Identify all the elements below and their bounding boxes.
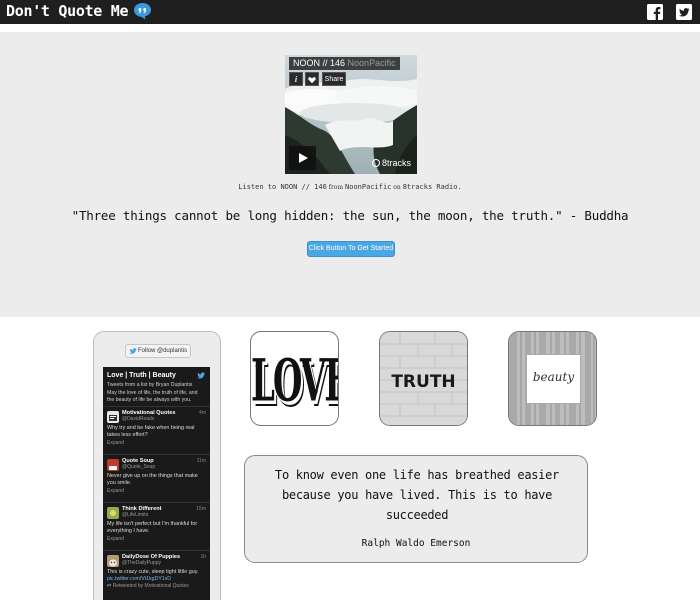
tweet-text: Never give up on the things that make yo… xyxy=(107,473,198,486)
tweet-expand-link[interactable]: Expand xyxy=(107,440,206,446)
listen-station-link[interactable]: 8tracks Radio xyxy=(403,183,458,191)
play-icon[interactable] xyxy=(289,146,316,170)
tweet-handle[interactable]: @TheDailyPuppy xyxy=(122,560,206,566)
tweet-item[interactable]: Motivational Quotes @DavidRoads 4m Why t… xyxy=(103,406,210,454)
quote-text: To know even one life has breathed easie… xyxy=(275,468,559,522)
heart-icon xyxy=(308,77,316,84)
retweet-text[interactable]: Retweeted by Motivational Quotes xyxy=(113,583,189,589)
tweet-timeline[interactable]: Love | Truth | Beauty Tweets from a list… xyxy=(103,367,210,600)
social-links xyxy=(647,4,692,20)
top-bar: Don't Quote Me xyxy=(0,0,700,24)
listen-track-link[interactable]: NOON // 146 xyxy=(280,183,326,191)
avatar[interactable] xyxy=(107,555,119,567)
share-button[interactable]: Share xyxy=(322,72,346,86)
site-title[interactable]: Don't Quote Me xyxy=(6,2,129,20)
tweet-text: My life isn't perfect but I'm thankful f… xyxy=(107,521,198,534)
tweet-text: Why try and be fake when being real take… xyxy=(107,425,195,438)
twitter-bird-icon xyxy=(129,348,137,354)
tweet-time[interactable]: 11m xyxy=(197,458,206,464)
avatar[interactable] xyxy=(107,459,119,471)
facebook-icon[interactable] xyxy=(647,4,663,20)
track-title: NOON // 146 xyxy=(293,58,346,68)
tweet-handle[interactable]: @LifeLimits xyxy=(122,512,206,518)
avatar[interactable] xyxy=(107,411,119,423)
timeline-subtitle: Tweets from a list by Bryan Duplantis xyxy=(107,382,193,388)
love-image-tile[interactable]: LOVE xyxy=(250,331,339,426)
hero-section: NOON // 146 NoonPacific i Share 8tracks … xyxy=(0,32,700,317)
timeline-description: May the love of life, the truth of life,… xyxy=(107,390,198,403)
timeline-title[interactable]: Love | Truth | Beauty xyxy=(107,372,206,379)
speech-bubble-icon xyxy=(134,2,152,20)
track-title-label: NOON // 146 NoonPacific xyxy=(289,57,400,70)
tweet-expand-link[interactable]: Expand xyxy=(107,488,206,494)
timeline-header: Love | Truth | Beauty Tweets from a list… xyxy=(103,367,210,406)
twitter-icon[interactable] xyxy=(676,4,692,20)
hero-quote: "Three things cannot be long hidden: the… xyxy=(71,208,629,223)
tweet-text: This is crazy cute, sleep tight little g… xyxy=(107,569,199,575)
tweet-expand-link[interactable]: Expand xyxy=(107,536,206,542)
truth-image-tile[interactable]: TRUTH xyxy=(379,331,468,426)
tweet-item[interactable]: Think Different @LifeLimits 15m My life … xyxy=(103,502,210,550)
follow-label: Follow @duplantis xyxy=(138,348,188,354)
tweet-retweet-label: ⇄ Retweeted by Motivational Quotes xyxy=(107,583,206,589)
tweet-time[interactable]: 4m xyxy=(199,410,206,416)
brand[interactable]: Don't Quote Me xyxy=(6,2,152,20)
beauty-card: beauty xyxy=(526,354,581,404)
8tracks-logo-text: 8tracks xyxy=(381,158,411,168)
tweet-handle[interactable]: @DavidRoads xyxy=(122,416,206,422)
twitter-bird-icon[interactable] xyxy=(197,372,205,379)
listen-artist-link[interactable]: NoonPacific xyxy=(345,183,391,191)
track-artist: NoonPacific xyxy=(347,58,396,68)
tweet-media-link[interactable]: pic.twitter.com/Vt1kgDY1xD xyxy=(107,576,206,582)
tweet-time[interactable]: 1h xyxy=(200,554,206,560)
avatar[interactable] xyxy=(107,507,119,519)
listen-caption: Listen to NOON // 146 from NoonPacific o… xyxy=(0,183,700,191)
listen-from: from xyxy=(326,184,346,191)
listen-on: on xyxy=(391,184,403,191)
beauty-image-tile[interactable]: beauty xyxy=(508,331,597,426)
tweet-time[interactable]: 15m xyxy=(196,506,206,512)
quote-card: To know even one life has breathed easie… xyxy=(244,455,588,563)
music-player[interactable]: NOON // 146 NoonPacific i Share 8tracks xyxy=(285,55,417,174)
info-button[interactable]: i xyxy=(289,72,303,86)
listen-suffix: . xyxy=(457,183,462,191)
8tracks-logo[interactable]: 8tracks xyxy=(371,158,411,168)
love-word: LOVE xyxy=(251,348,339,416)
twitter-widget: Follow @duplantis Love | Truth | Beauty … xyxy=(93,331,221,600)
follow-button[interactable]: Follow @duplantis xyxy=(125,344,191,358)
listen-prefix: Listen to xyxy=(238,183,281,191)
truth-word: TRUTH xyxy=(391,372,456,392)
tweet-item[interactable]: DailyDose Of Puppies @TheDailyPuppy 1h T… xyxy=(103,550,210,598)
like-button[interactable] xyxy=(305,72,319,86)
8tracks-ring-icon xyxy=(371,159,380,167)
tweet-handle[interactable]: @Quote_Soup xyxy=(122,464,206,470)
quote-author: Ralph Waldo Emerson xyxy=(361,538,471,549)
beauty-word: beauty xyxy=(532,370,575,384)
get-started-button[interactable]: Click Button To Get Started xyxy=(307,241,395,257)
tweet-item[interactable]: Quote Soup @Quote_Soup 11m Never give up… xyxy=(103,454,210,502)
